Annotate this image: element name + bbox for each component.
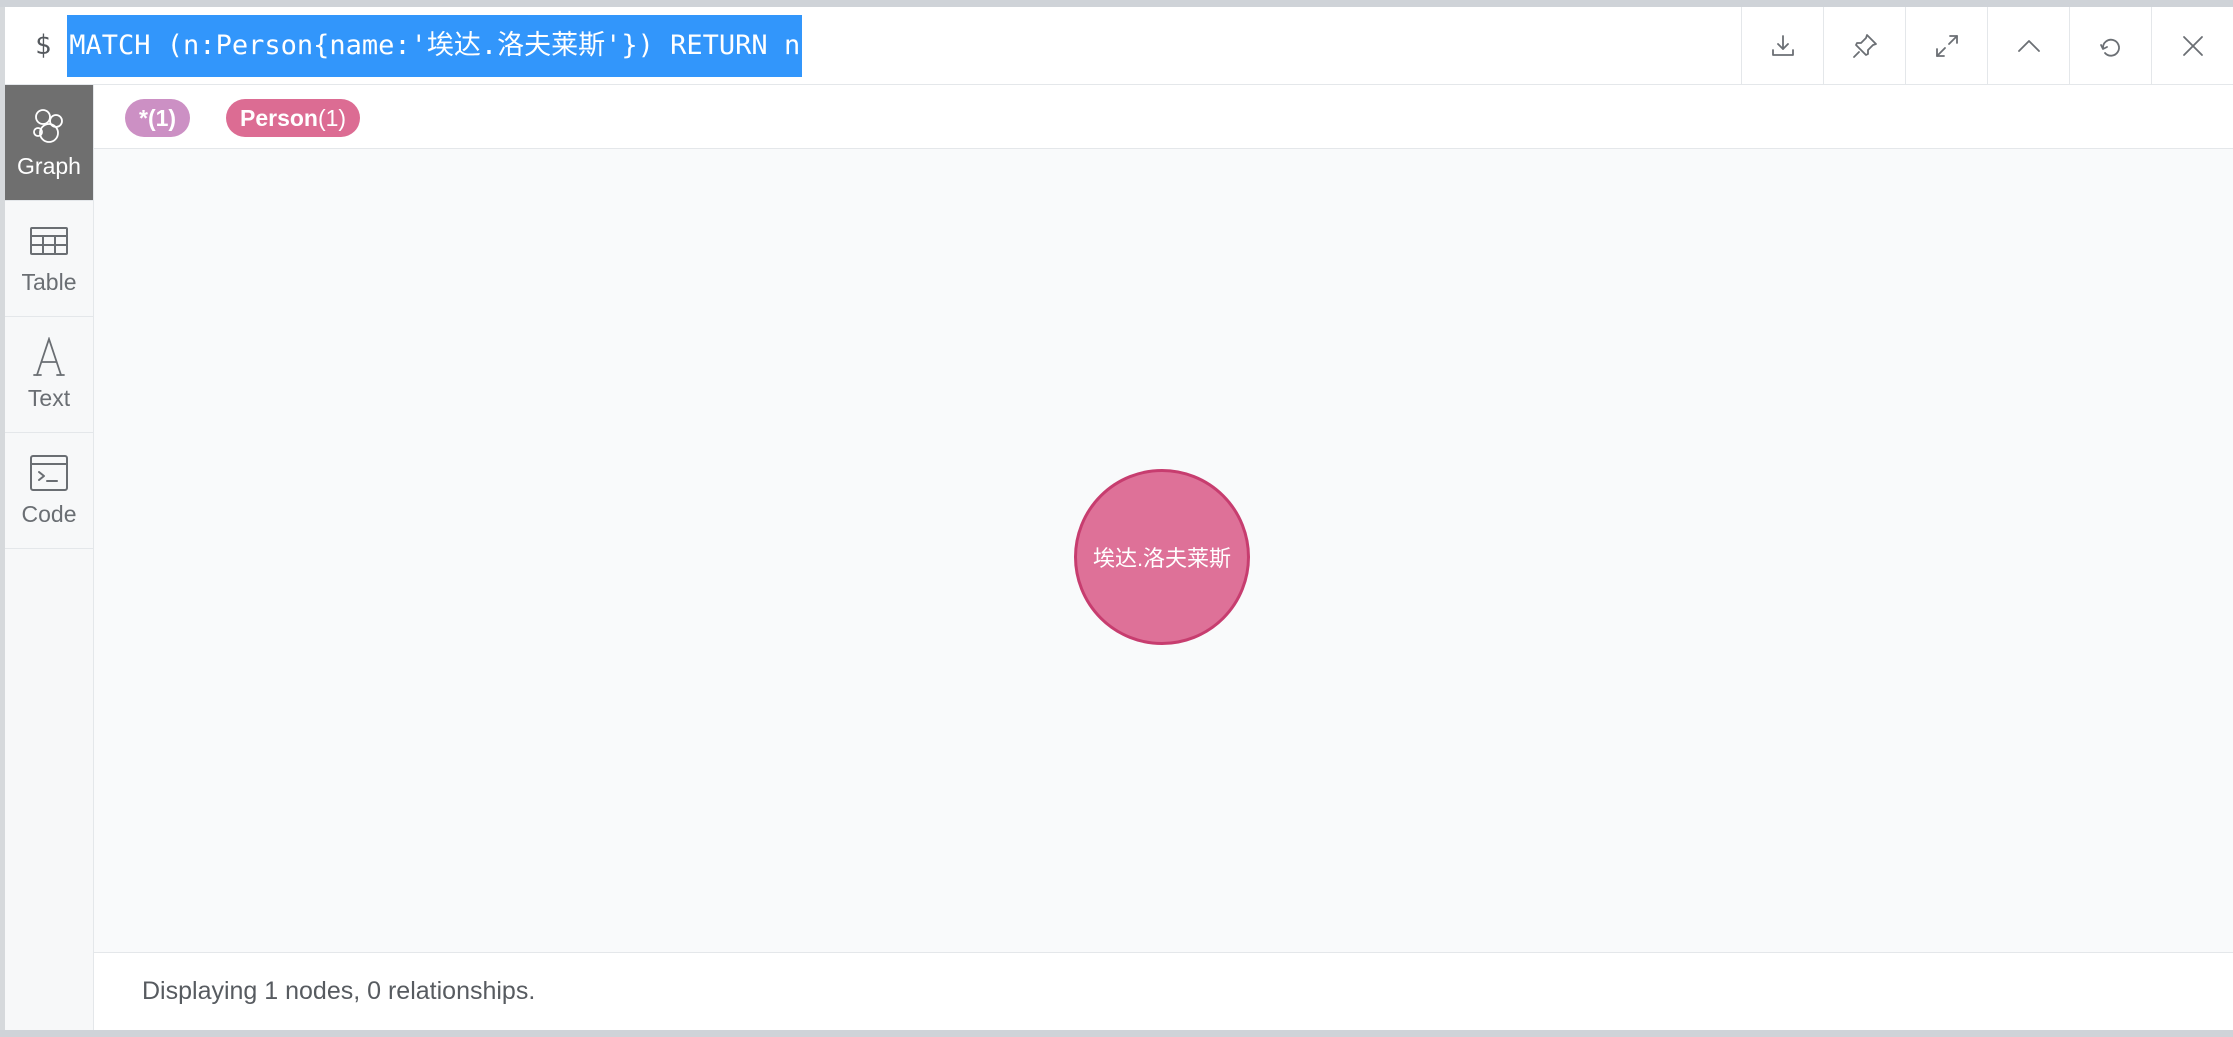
label-legend: *(1) Person (1)	[94, 85, 2233, 149]
fullscreen-button[interactable]	[1905, 7, 1987, 84]
table-icon	[30, 227, 68, 255]
graph-node[interactable]: 埃达.洛夫莱斯	[1074, 469, 1250, 645]
label-person-count: (1)	[317, 104, 347, 131]
label-all-nodes[interactable]: *(1)	[125, 99, 191, 137]
label-person-name: Person	[240, 104, 318, 131]
frame-header: $ MATCH (n:Person{name:'埃达.洛夫莱斯'}) RETUR…	[5, 7, 2233, 85]
collapse-button[interactable]	[1987, 7, 2069, 84]
code-icon	[30, 455, 68, 491]
tab-label: Table	[21, 269, 77, 295]
tab-table[interactable]: Table	[5, 201, 93, 317]
text-icon	[33, 337, 65, 376]
graph-icon	[33, 109, 63, 143]
query-editor[interactable]: $ MATCH (n:Person{name:'埃达.洛夫莱斯'}) RETUR…	[35, 7, 803, 84]
close-icon	[2182, 35, 2203, 56]
query-text[interactable]: MATCH (n:Person{name:'埃达.洛夫莱斯'}) RETURN …	[67, 14, 803, 77]
window-bottom-strip	[0, 1030, 2233, 1037]
pin-button[interactable]	[1823, 7, 1905, 84]
view-tabs: Graph Table Text Code	[5, 85, 94, 1030]
pin-icon	[1852, 33, 1877, 58]
tab-label: Graph	[17, 153, 81, 179]
frame-actions	[1741, 7, 2233, 84]
tab-label: Code	[21, 501, 77, 527]
graph-canvas[interactable]: 埃达.洛夫莱斯	[94, 149, 2233, 952]
label-person[interactable]: Person (1)	[226, 99, 361, 137]
tab-text[interactable]: Text	[5, 317, 93, 433]
window-top-strip	[0, 0, 2233, 7]
node-caption: 埃达.洛夫莱斯	[1092, 546, 1232, 571]
collapse-up-icon	[2017, 39, 2040, 52]
close-button[interactable]	[2151, 7, 2233, 84]
tab-graph[interactable]: Graph	[5, 85, 93, 201]
tab-label: Text	[27, 385, 71, 411]
label-all-text: *(1)	[139, 104, 177, 131]
tab-code[interactable]: Code	[5, 433, 93, 549]
rerun-icon	[2099, 38, 2120, 57]
expand-icon	[1935, 34, 1958, 57]
status-text: Displaying 1 nodes, 0 relationships.	[142, 977, 536, 1005]
download-icon	[1771, 34, 1794, 56]
download-button[interactable]	[1741, 7, 1823, 84]
prompt-symbol: $	[35, 30, 52, 61]
status-bar: Displaying 1 nodes, 0 relationships.	[94, 952, 2233, 1030]
rerun-button[interactable]	[2069, 7, 2151, 84]
